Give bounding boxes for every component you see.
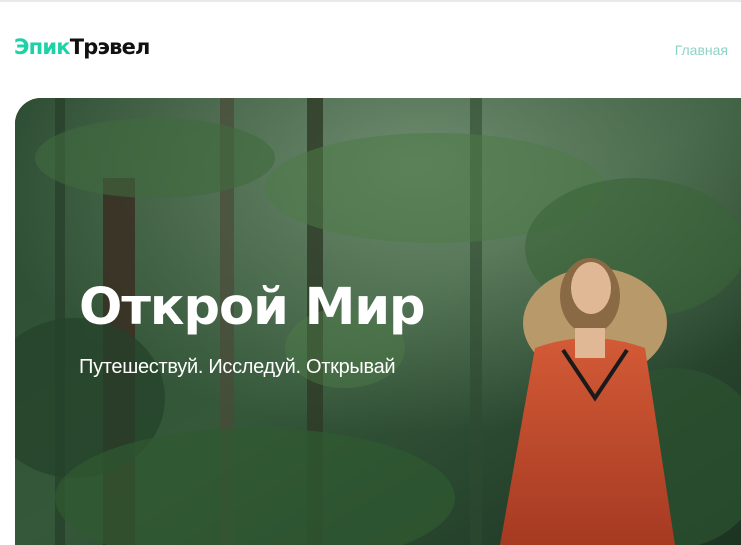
hero-subtitle: Путешествуй. Исследуй. Открывай: [79, 356, 396, 378]
logo-part-dark: Трэвел: [69, 35, 151, 59]
hero-banner: Открой Мир Путешествуй. Исследуй. Открыв…: [15, 98, 741, 545]
nav-link-home[interactable]: Главная: [675, 41, 728, 59]
logo-part-accent: Эпик: [14, 35, 70, 59]
site-logo[interactable]: ЭпикТрэвел: [14, 34, 150, 60]
top-border: [0, 0, 741, 2]
hero-title: Открой Мир: [79, 278, 426, 337]
